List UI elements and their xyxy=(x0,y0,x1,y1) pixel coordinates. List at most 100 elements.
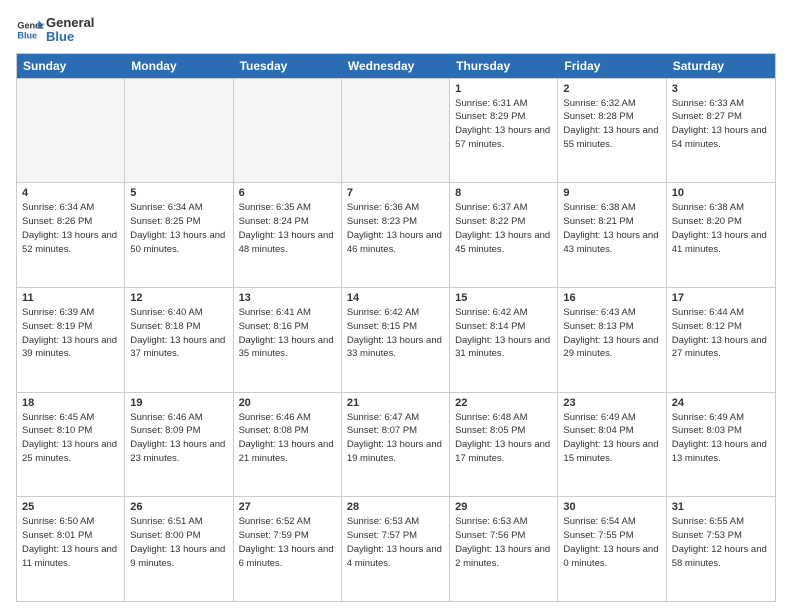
day-info: Sunrise: 6:41 AMSunset: 8:16 PMDaylight:… xyxy=(239,306,336,361)
calendar-cell: 20 Sunrise: 6:46 AMSunset: 8:08 PMDayligh… xyxy=(234,393,342,497)
calendar-week-row: 18 Sunrise: 6:45 AMSunset: 8:10 PMDayligh… xyxy=(17,392,775,497)
calendar-cell: 30 Sunrise: 6:54 AMSunset: 7:55 PMDayligh… xyxy=(558,497,666,601)
day-info: Sunrise: 6:44 AMSunset: 8:12 PMDaylight:… xyxy=(672,306,770,361)
logo-general: General xyxy=(46,16,94,30)
calendar-cell: 7 Sunrise: 6:36 AMSunset: 8:23 PMDaylight… xyxy=(342,183,450,287)
day-of-week-header: Monday xyxy=(125,54,233,78)
calendar-week-row: 1 Sunrise: 6:31 AMSunset: 8:29 PMDaylight… xyxy=(17,78,775,183)
day-number: 29 xyxy=(455,501,552,513)
day-info: Sunrise: 6:43 AMSunset: 8:13 PMDaylight:… xyxy=(563,306,660,361)
day-info: Sunrise: 6:39 AMSunset: 8:19 PMDaylight:… xyxy=(22,306,119,361)
day-info: Sunrise: 6:42 AMSunset: 8:15 PMDaylight:… xyxy=(347,306,444,361)
logo: General Blue General Blue xyxy=(16,16,94,45)
day-info: Sunrise: 6:40 AMSunset: 8:18 PMDaylight:… xyxy=(130,306,227,361)
day-number: 5 xyxy=(130,187,227,199)
day-info: Sunrise: 6:36 AMSunset: 8:23 PMDaylight:… xyxy=(347,201,444,256)
logo-blue: Blue xyxy=(46,30,94,44)
calendar-cell: 6 Sunrise: 6:35 AMSunset: 8:24 PMDaylight… xyxy=(234,183,342,287)
day-number: 31 xyxy=(672,501,770,513)
calendar-cell: 13 Sunrise: 6:41 AMSunset: 8:16 PMDayligh… xyxy=(234,288,342,392)
calendar-cell: 16 Sunrise: 6:43 AMSunset: 8:13 PMDayligh… xyxy=(558,288,666,392)
calendar-cell xyxy=(234,79,342,183)
day-info: Sunrise: 6:51 AMSunset: 8:00 PMDaylight:… xyxy=(130,515,227,570)
calendar-cell xyxy=(125,79,233,183)
day-number: 1 xyxy=(455,83,552,95)
page: General Blue General Blue SundayMondayTu… xyxy=(0,0,792,612)
calendar-cell: 1 Sunrise: 6:31 AMSunset: 8:29 PMDaylight… xyxy=(450,79,558,183)
day-info: Sunrise: 6:37 AMSunset: 8:22 PMDaylight:… xyxy=(455,201,552,256)
header: General Blue General Blue xyxy=(16,16,776,45)
calendar-cell: 27 Sunrise: 6:52 AMSunset: 7:59 PMDayligh… xyxy=(234,497,342,601)
calendar-cell: 9Sunrise: 6:38 AMSunset: 8:21 PMDaylight… xyxy=(558,183,666,287)
calendar-cell: 21Sunrise: 6:47 AMSunset: 8:07 PMDayligh… xyxy=(342,393,450,497)
calendar-week-row: 4 Sunrise: 6:34 AMSunset: 8:26 PMDaylight… xyxy=(17,182,775,287)
day-number: 24 xyxy=(672,397,770,409)
day-number: 20 xyxy=(239,397,336,409)
calendar-cell: 19Sunrise: 6:46 AMSunset: 8:09 PMDayligh… xyxy=(125,393,233,497)
day-info: Sunrise: 6:35 AMSunset: 8:24 PMDaylight:… xyxy=(239,201,336,256)
day-number: 16 xyxy=(563,292,660,304)
day-number: 23 xyxy=(563,397,660,409)
calendar-cell: 2 Sunrise: 6:32 AMSunset: 8:28 PMDaylight… xyxy=(558,79,666,183)
calendar-cell: 24Sunrise: 6:49 AMSunset: 8:03 PMDayligh… xyxy=(667,393,775,497)
calendar-cell: 10 Sunrise: 6:38 AMSunset: 8:20 PMDayligh… xyxy=(667,183,775,287)
calendar-cell: 15Sunrise: 6:42 AMSunset: 8:14 PMDayligh… xyxy=(450,288,558,392)
day-number: 26 xyxy=(130,501,227,513)
svg-text:Blue: Blue xyxy=(17,31,37,41)
day-number: 4 xyxy=(22,187,119,199)
day-number: 12 xyxy=(130,292,227,304)
calendar-week-row: 25Sunrise: 6:50 AMSunset: 8:01 PMDayligh… xyxy=(17,496,775,601)
calendar-cell: 29 Sunrise: 6:53 AMSunset: 7:56 PMDayligh… xyxy=(450,497,558,601)
day-of-week-header: Wednesday xyxy=(342,54,450,78)
calendar-cell: 3 Sunrise: 6:33 AMSunset: 8:27 PMDaylight… xyxy=(667,79,775,183)
day-number: 10 xyxy=(672,187,770,199)
day-number: 13 xyxy=(239,292,336,304)
calendar-week-row: 11Sunrise: 6:39 AMSunset: 8:19 PMDayligh… xyxy=(17,287,775,392)
day-number: 18 xyxy=(22,397,119,409)
calendar-cell: 23 Sunrise: 6:49 AMSunset: 8:04 PMDayligh… xyxy=(558,393,666,497)
day-number: 3 xyxy=(672,83,770,95)
day-info: Sunrise: 6:46 AMSunset: 8:08 PMDaylight:… xyxy=(239,411,336,466)
day-number: 22 xyxy=(455,397,552,409)
calendar-cell: 18 Sunrise: 6:45 AMSunset: 8:10 PMDayligh… xyxy=(17,393,125,497)
day-of-week-header: Sunday xyxy=(17,54,125,78)
day-number: 28 xyxy=(347,501,444,513)
day-info: Sunrise: 6:31 AMSunset: 8:29 PMDaylight:… xyxy=(455,97,552,152)
day-info: Sunrise: 6:32 AMSunset: 8:28 PMDaylight:… xyxy=(563,97,660,152)
day-number: 2 xyxy=(563,83,660,95)
day-info: Sunrise: 6:42 AMSunset: 8:14 PMDaylight:… xyxy=(455,306,552,361)
day-info: Sunrise: 6:55 AMSunset: 7:53 PMDaylight:… xyxy=(672,515,770,570)
calendar-cell xyxy=(342,79,450,183)
day-info: Sunrise: 6:49 AMSunset: 8:04 PMDaylight:… xyxy=(563,411,660,466)
day-info: Sunrise: 6:52 AMSunset: 7:59 PMDaylight:… xyxy=(239,515,336,570)
calendar-cell: 31 Sunrise: 6:55 AMSunset: 7:53 PMDayligh… xyxy=(667,497,775,601)
day-number: 7 xyxy=(347,187,444,199)
day-of-week-header: Thursday xyxy=(450,54,558,78)
day-of-week-header: Saturday xyxy=(667,54,775,78)
day-number: 6 xyxy=(239,187,336,199)
day-info: Sunrise: 6:45 AMSunset: 8:10 PMDaylight:… xyxy=(22,411,119,466)
day-info: Sunrise: 6:48 AMSunset: 8:05 PMDaylight:… xyxy=(455,411,552,466)
day-info: Sunrise: 6:33 AMSunset: 8:27 PMDaylight:… xyxy=(672,97,770,152)
day-info: Sunrise: 6:47 AMSunset: 8:07 PMDaylight:… xyxy=(347,411,444,466)
calendar-cell: 11Sunrise: 6:39 AMSunset: 8:19 PMDayligh… xyxy=(17,288,125,392)
day-info: Sunrise: 6:34 AMSunset: 8:26 PMDaylight:… xyxy=(22,201,119,256)
calendar-cell: 22 Sunrise: 6:48 AMSunset: 8:05 PMDayligh… xyxy=(450,393,558,497)
calendar-cell: 28Sunrise: 6:53 AMSunset: 7:57 PMDayligh… xyxy=(342,497,450,601)
calendar: SundayMondayTuesdayWednesdayThursdayFrid… xyxy=(16,53,776,602)
calendar-header: SundayMondayTuesdayWednesdayThursdayFrid… xyxy=(17,54,775,78)
logo-icon: General Blue xyxy=(16,16,44,44)
day-number: 25 xyxy=(22,501,119,513)
day-number: 30 xyxy=(563,501,660,513)
calendar-body: 1 Sunrise: 6:31 AMSunset: 8:29 PMDaylight… xyxy=(17,78,775,601)
calendar-cell: 25Sunrise: 6:50 AMSunset: 8:01 PMDayligh… xyxy=(17,497,125,601)
day-info: Sunrise: 6:38 AMSunset: 8:20 PMDaylight:… xyxy=(672,201,770,256)
day-info: Sunrise: 6:54 AMSunset: 7:55 PMDaylight:… xyxy=(563,515,660,570)
calendar-cell: 8Sunrise: 6:37 AMSunset: 8:22 PMDaylight… xyxy=(450,183,558,287)
day-info: Sunrise: 6:53 AMSunset: 7:56 PMDaylight:… xyxy=(455,515,552,570)
day-number: 17 xyxy=(672,292,770,304)
calendar-cell: 14Sunrise: 6:42 AMSunset: 8:15 PMDayligh… xyxy=(342,288,450,392)
calendar-cell: 26 Sunrise: 6:51 AMSunset: 8:00 PMDayligh… xyxy=(125,497,233,601)
day-number: 27 xyxy=(239,501,336,513)
calendar-cell: 5Sunrise: 6:34 AMSunset: 8:25 PMDaylight… xyxy=(125,183,233,287)
